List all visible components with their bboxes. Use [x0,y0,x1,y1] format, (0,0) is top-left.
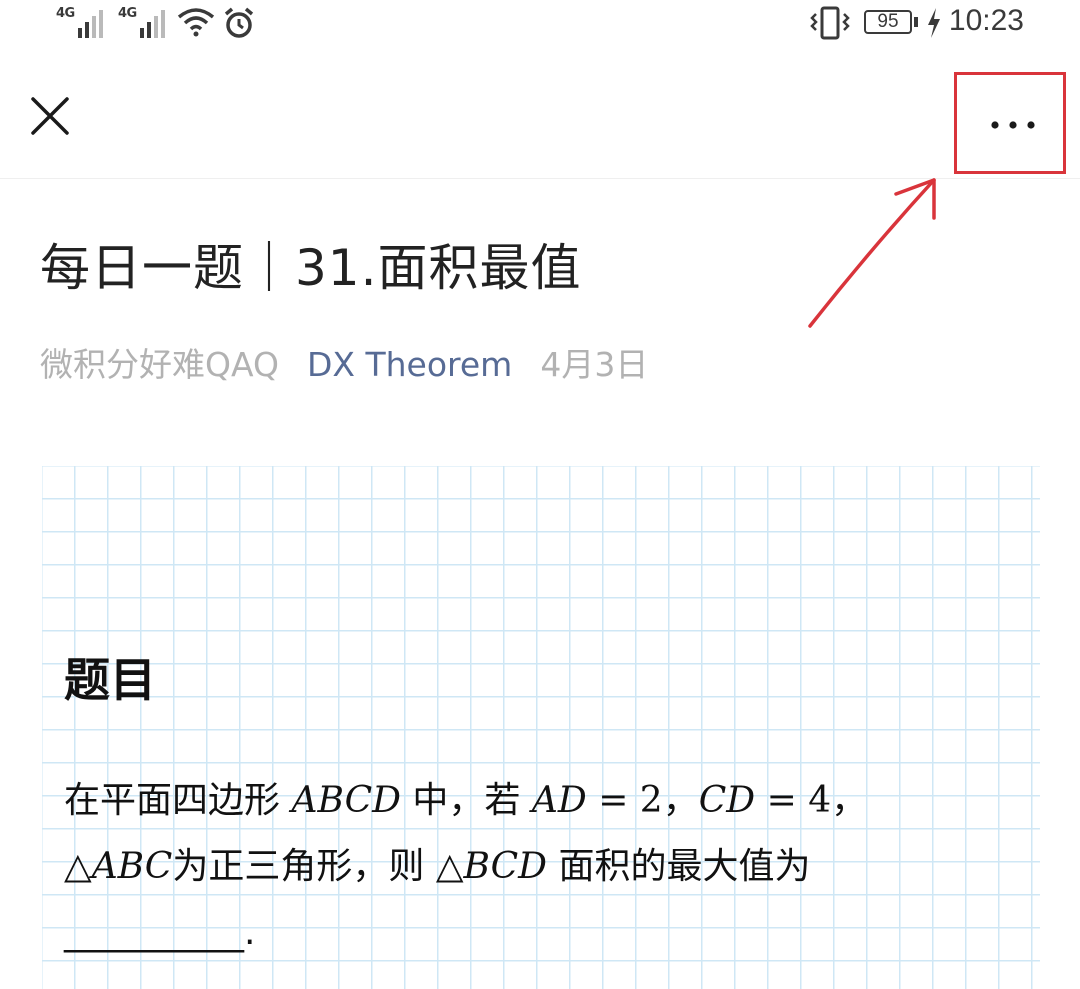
close-button[interactable] [20,86,80,146]
text-segment: . [244,912,256,953]
math-segment: = 2 [586,780,663,821]
more-button[interactable] [954,72,1066,174]
content-card: 题目 在平面四边形 ABCD 中，若 AD = 2，CD = 4， △ABC为正… [42,466,1040,989]
annotation-arrow [808,178,936,328]
text-segment: ， [662,780,699,821]
math-segment: ABCD [291,780,401,821]
math-segment: BCD [463,846,548,887]
text-segment: ， [831,780,868,821]
battery-tip [914,17,918,27]
more-icon [991,121,1035,129]
text-segment: 在平面四边形 [64,780,292,821]
top-nav [0,60,1080,179]
math-segment: CD [698,780,756,821]
problem-line: __________. [64,900,1024,966]
signal-label: 4G [118,6,137,21]
section-heading: 题目 [64,653,156,707]
author-name: 微积分好难QAQ [40,345,279,384]
math-segment: ABC [91,846,173,887]
signal-icon: 4G [56,6,106,38]
signal-label: 4G [56,6,75,21]
answer-blank: __________ [64,912,244,953]
charging-icon [928,8,940,38]
triangle-symbol: △ [435,846,464,887]
account-link[interactable]: DX Theorem [307,345,512,384]
battery-icon: 95 [864,10,912,34]
text-segment: 面积的最大值为 [547,846,811,887]
wifi-icon [177,8,215,37]
math-segment: = 4 [755,780,832,821]
article-meta: 微积分好难QAQ DX Theorem 4月3日 [40,338,648,386]
status-bar: 4G 4G 95 10:23 [0,0,1080,48]
status-time: 10:23 [948,4,1024,37]
triangle-symbol: △ [64,846,92,887]
problem-line: △ABC为正三角形，则 △BCD 面积的最大值为 [64,834,1024,900]
close-icon [31,97,69,135]
text-segment: 中，若 [400,780,532,821]
vibrate-icon [810,6,850,40]
signal-icon: 4G [118,6,168,38]
math-segment: AD [531,780,587,821]
alarm-icon [224,7,254,38]
text-segment: 为正三角形，则 [172,846,436,887]
problem-line: 在平面四边形 ABCD 中，若 AD = 2，CD = 4， [64,768,1024,834]
publish-date: 4月3日 [540,345,649,384]
article-title: 每日一题｜31.面积最值 [40,239,582,297]
problem-text: 在平面四边形 ABCD 中，若 AD = 2，CD = 4， △ABC为正三角形… [64,768,1024,966]
